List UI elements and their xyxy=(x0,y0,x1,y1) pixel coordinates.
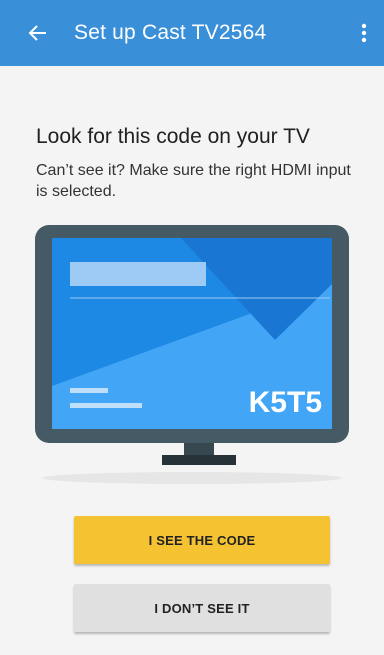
tv-illustration: K5T5 xyxy=(0,222,384,492)
tv-code: K5T5 xyxy=(249,386,322,419)
i-see-the-code-button[interactable]: I SEE THE CODE xyxy=(74,516,330,564)
screen-small-bar-2 xyxy=(70,403,142,408)
page-title: Set up Cast TV2564 xyxy=(74,21,267,44)
tv-stand xyxy=(162,455,236,465)
screen-small-bar-1 xyxy=(70,388,108,393)
i-dont-see-it-button[interactable]: I DON’T SEE IT xyxy=(74,584,330,632)
instruction-heading: Look for this code on your TV xyxy=(36,125,310,148)
instruction-subtext: Can’t see it? Make sure the right HDMI i… xyxy=(36,162,351,200)
app-bar: Set up Cast TV2564 xyxy=(0,0,384,66)
back-button[interactable] xyxy=(22,17,54,49)
arrow-back-icon xyxy=(28,25,46,41)
tv-neck xyxy=(184,443,214,455)
more-vert-icon xyxy=(361,23,367,43)
overflow-menu-button[interactable] xyxy=(352,17,376,49)
screen-placeholder-bar xyxy=(70,262,206,286)
tv-shadow xyxy=(42,472,342,484)
